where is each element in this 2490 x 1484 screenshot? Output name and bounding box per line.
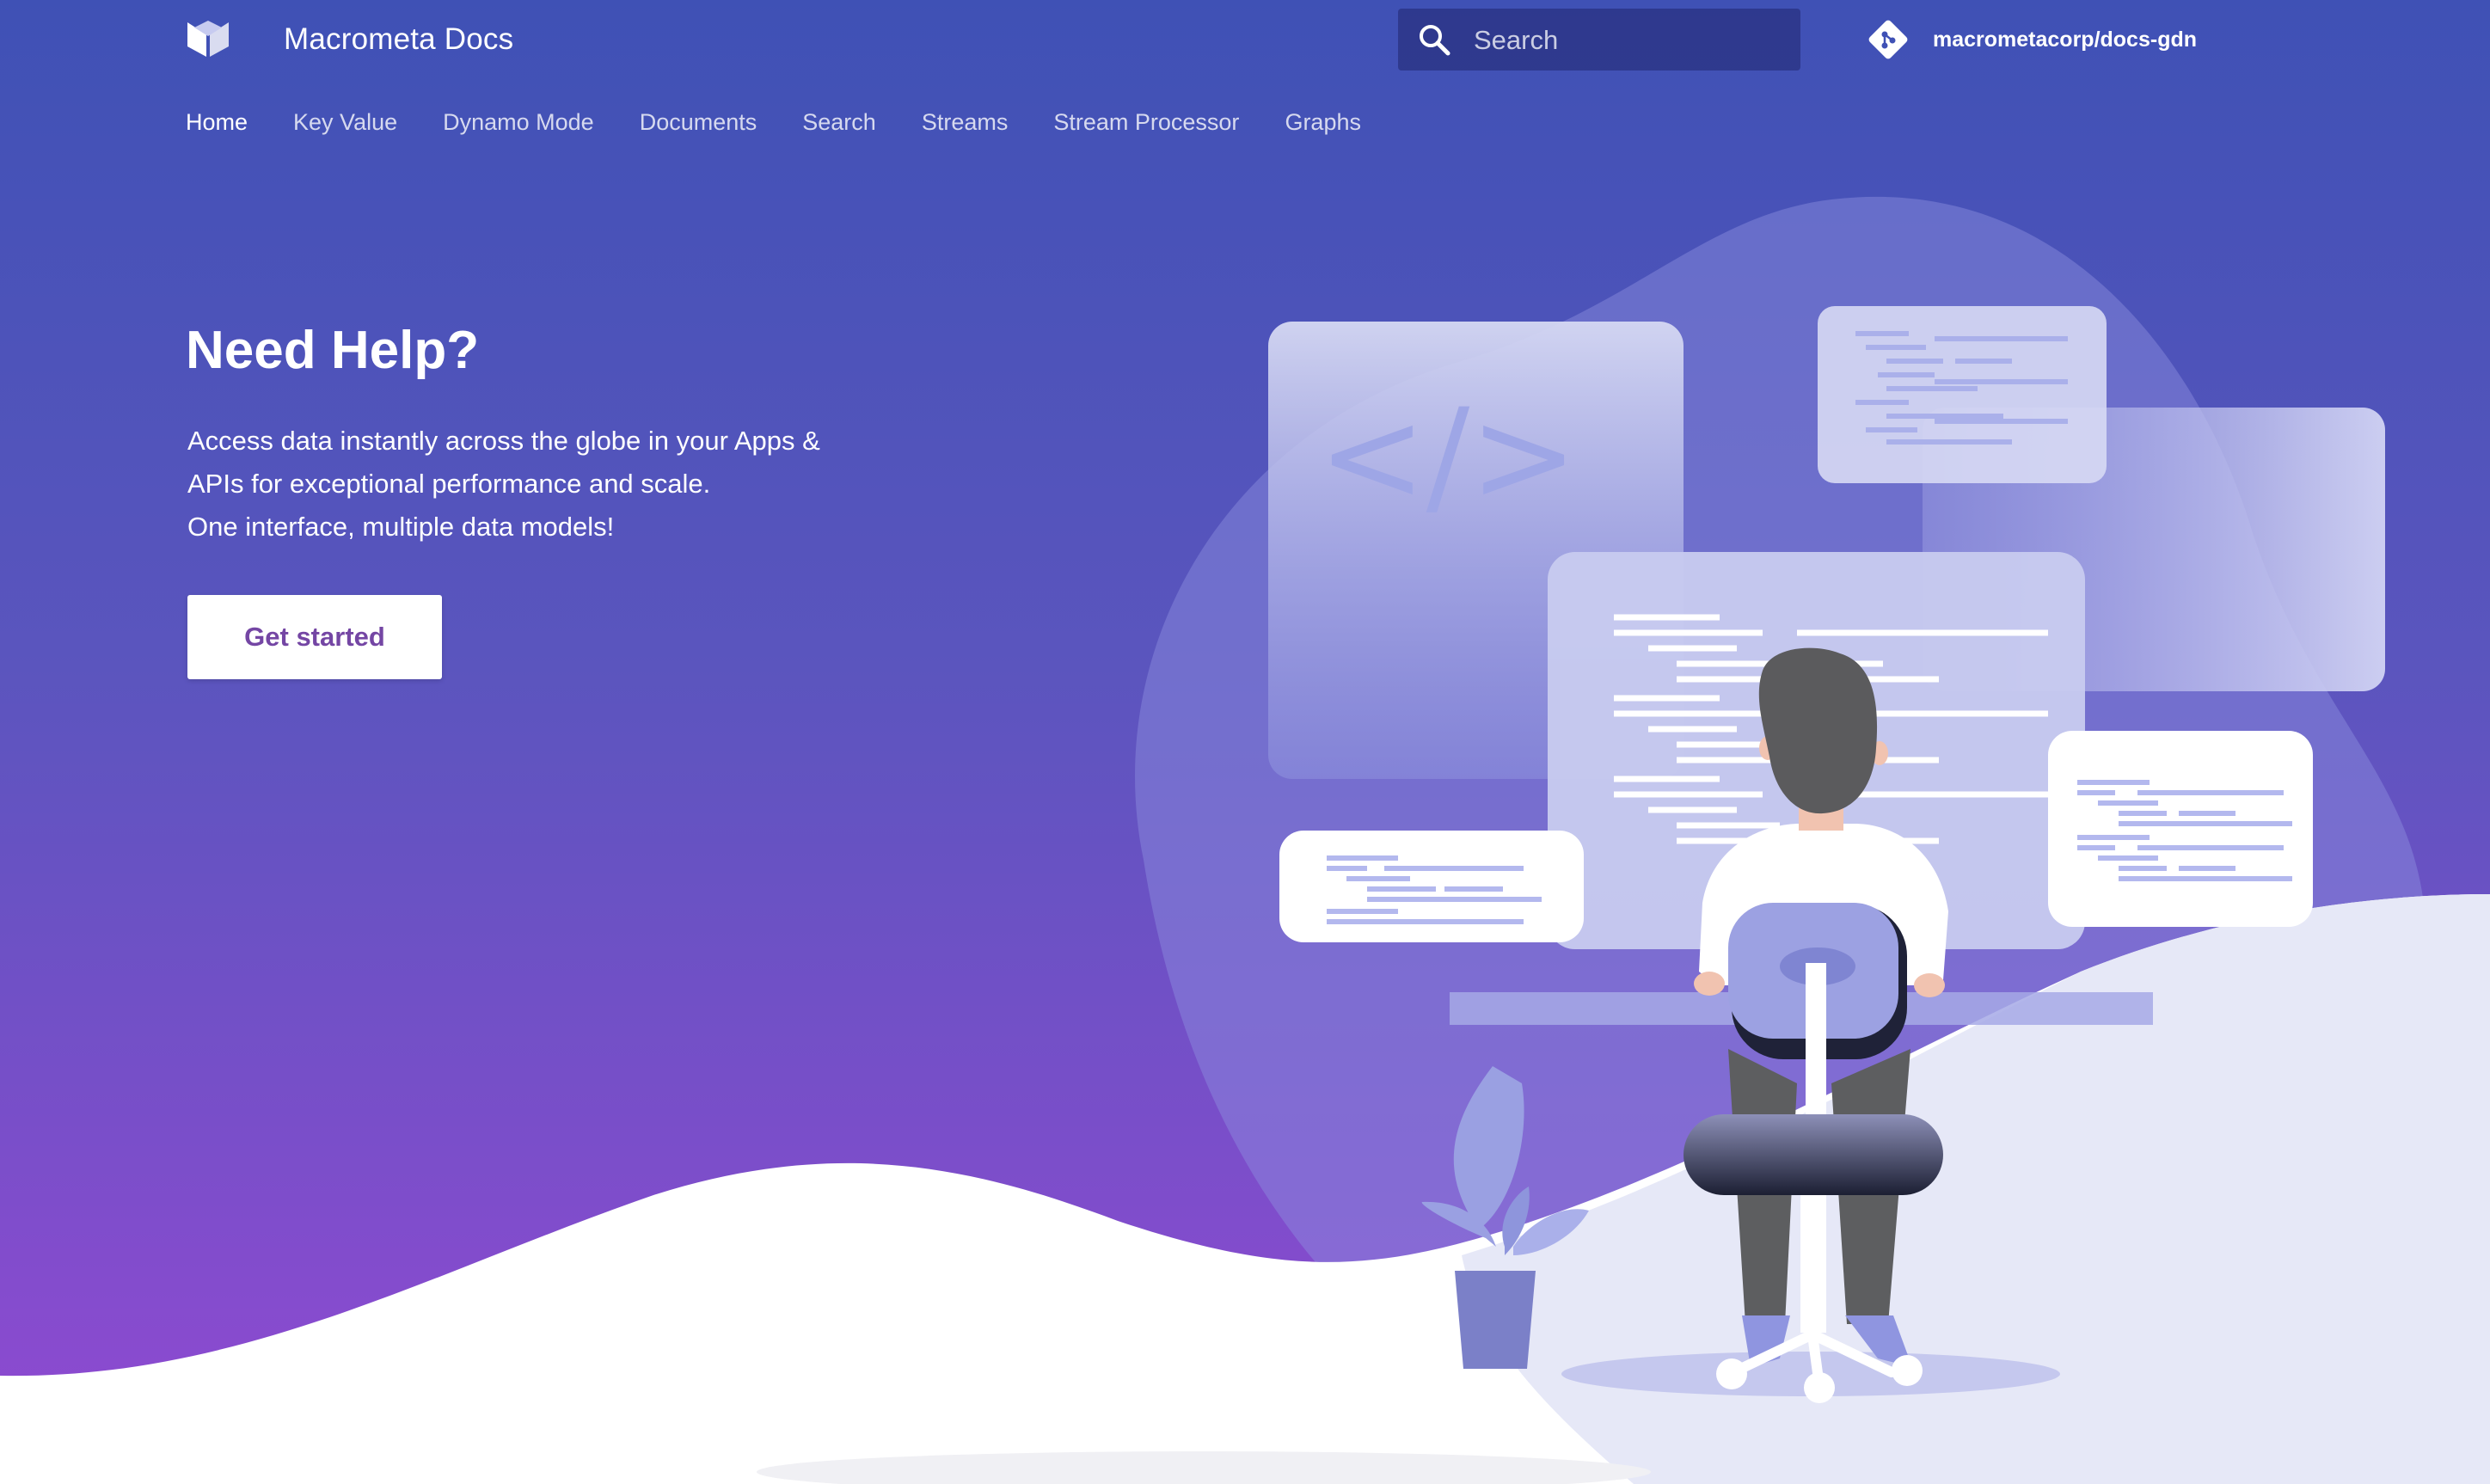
macrometa-logo-icon[interactable]	[186, 19, 230, 58]
site-title[interactable]: Macrometa Docs	[284, 17, 513, 62]
tab-search[interactable]: Search	[802, 109, 876, 136]
repo-name: macrometacorp/docs-gdn	[1933, 27, 2198, 52]
tab-home[interactable]: Home	[186, 109, 248, 136]
top-header: Macrometa Docs macrometacorp/docs-gdn	[0, 0, 2490, 79]
search-icon[interactable]	[1417, 22, 1451, 57]
nav-tabs: Home Key Value Dynamo Mode Documents Sea…	[186, 101, 1407, 143]
tab-key-value[interactable]: Key Value	[293, 109, 397, 136]
code-symbol: </>	[1318, 382, 1578, 531]
developer-at-desk-illustration: </>	[1268, 306, 2385, 1403]
git-icon	[1868, 20, 1908, 59]
hero-description-line: One interface, multiple data models!	[187, 512, 615, 542]
search-box[interactable]	[1398, 9, 1800, 72]
get-started-button[interactable]: Get started	[187, 595, 442, 679]
search-input[interactable]	[1472, 9, 1785, 72]
floating-card	[2048, 731, 2313, 927]
hero-description-line: APIs for exceptional performance and sca…	[187, 469, 711, 499]
repo-link[interactable]: macrometacorp/docs-gdn	[1866, 15, 2197, 64]
plant	[1421, 1066, 1589, 1369]
tab-documents[interactable]: Documents	[640, 109, 757, 136]
hero-description-line: Access data instantly across the globe i…	[187, 426, 820, 456]
tab-streams[interactable]: Streams	[922, 109, 1009, 136]
tab-stream-processor[interactable]: Stream Processor	[1053, 109, 1239, 136]
hero-description: Access data instantly across the globe i…	[187, 420, 961, 549]
hero-title: Need Help?	[186, 321, 480, 380]
tab-graphs[interactable]: Graphs	[1285, 109, 1361, 136]
tab-dynamo-mode[interactable]: Dynamo Mode	[443, 109, 594, 136]
